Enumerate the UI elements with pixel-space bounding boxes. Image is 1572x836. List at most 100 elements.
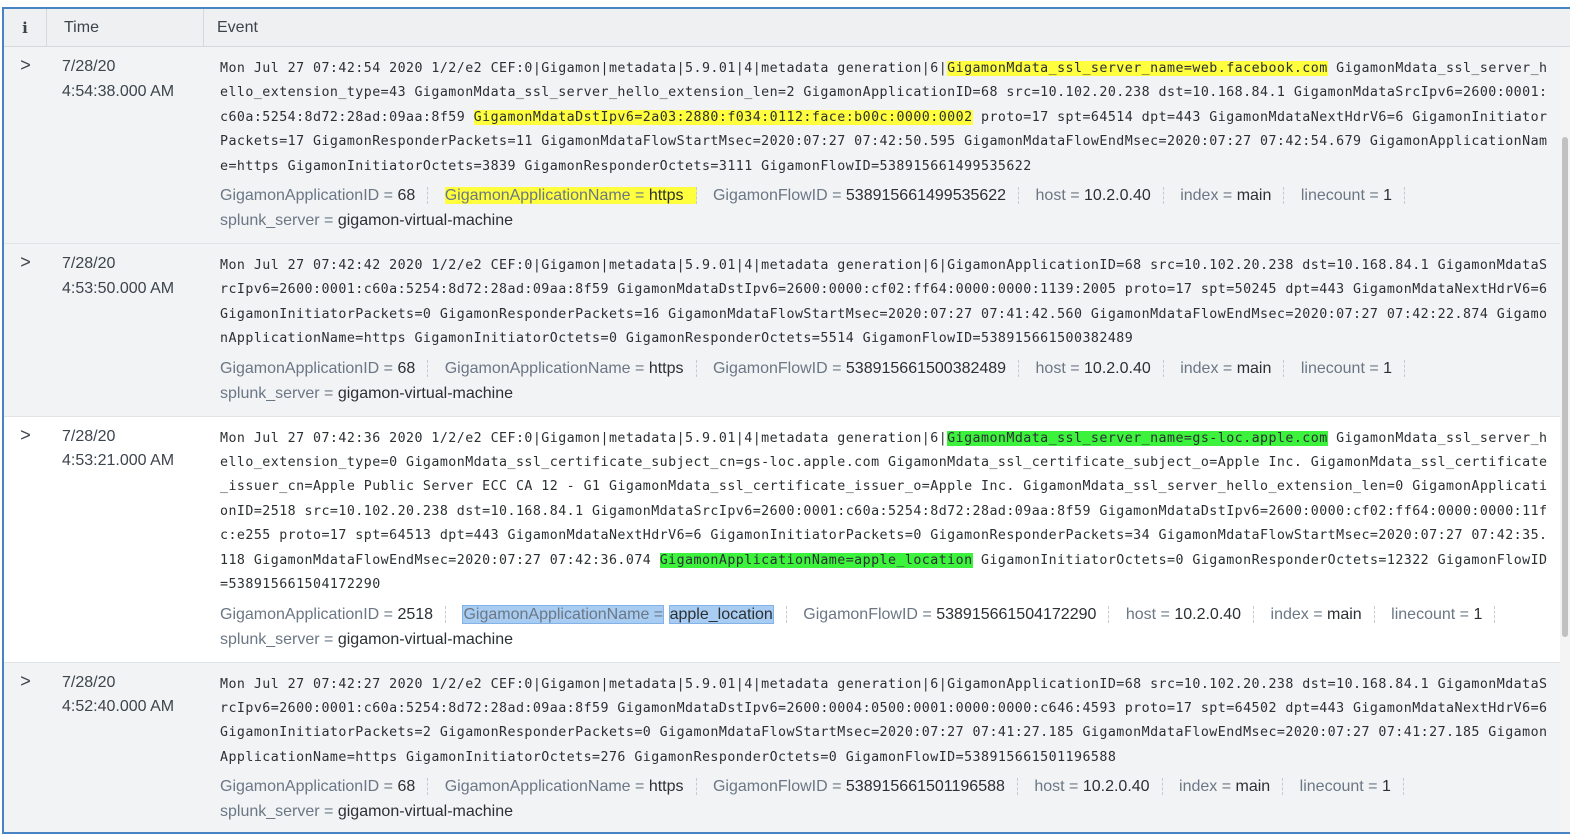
field-value[interactable]: 10.2.0.40 (1084, 360, 1151, 377)
field-value[interactable]: 2518 (397, 606, 433, 623)
field-value[interactable]: main (1237, 360, 1272, 377)
chevron-right-icon[interactable]: > (4, 244, 47, 416)
field-key[interactable]: splunk_server = (220, 631, 333, 648)
field-pair[interactable]: linecount = 1 (1300, 187, 1406, 205)
field-pair[interactable]: index = main (1270, 605, 1375, 623)
field-pair[interactable]: host = 10.2.0.40 (1035, 187, 1164, 205)
field-value[interactable]: 1 (1383, 187, 1392, 204)
field-pair[interactable]: GigamonFlowID = 538915661499535622 (712, 187, 1020, 205)
field-value[interactable]: 10.2.0.40 (1084, 187, 1151, 204)
scrollbar[interactable] (1560, 47, 1570, 832)
field-value[interactable]: https (648, 187, 684, 205)
field-value[interactable]: 538915661500382489 (846, 360, 1006, 377)
field-pair[interactable]: GigamonApplicationName = https (444, 359, 697, 377)
field-value[interactable]: 68 (397, 187, 415, 204)
field-key[interactable]: GigamonApplicationID = (220, 360, 393, 377)
field-key[interactable]: index = (1180, 187, 1232, 204)
field-key[interactable]: host = (1036, 360, 1080, 377)
field-value[interactable]: main (1236, 778, 1271, 795)
field-value[interactable]: main (1327, 606, 1362, 623)
event-time[interactable]: 7/28/20 4:54:38.000 AM (47, 47, 204, 243)
field-key[interactable]: linecount = (1391, 606, 1469, 623)
field-value[interactable]: 68 (397, 778, 415, 795)
field-value[interactable]: gigamon-virtual-machine (338, 631, 513, 648)
field-pair[interactable]: GigamonApplicationID = 68 (220, 359, 429, 377)
event-row[interactable]: >7/28/20 4:53:21.000 AM Mon Jul 27 07:42:3… (4, 416, 1570, 663)
event-time[interactable]: 7/28/20 4:52:40.000 AM (47, 663, 204, 833)
field-value[interactable]: 538915661504172290 (936, 606, 1096, 623)
field-value[interactable]: apple_location (668, 604, 774, 624)
field-key[interactable]: index = (1271, 606, 1323, 623)
field-key[interactable]: linecount = (1300, 778, 1378, 795)
event-row[interactable]: >7/28/20 4:52:40.000 AM Mon Jul 27 07:42:2… (4, 662, 1570, 833)
event-time[interactable]: 7/28/20 4:53:21.000 AM (47, 417, 204, 662)
field-key[interactable]: GigamonApplicationID = (220, 606, 393, 623)
event-row[interactable]: >7/28/20 4:54:38.000 AM Mon Jul 27 07:42:5… (4, 47, 1570, 245)
field-pair[interactable]: GigamonApplicationName = https (444, 778, 697, 796)
field-pair[interactable]: index = main (1180, 187, 1285, 205)
raw-event-text[interactable]: Mon Jul 27 07:42:36 2020 1/2/e2 CEF:0|Gi… (220, 427, 1550, 598)
raw-event-text[interactable]: Mon Jul 27 07:42:54 2020 1/2/e2 CEF:0|Gi… (220, 57, 1550, 179)
field-pair[interactable]: GigamonFlowID = 538915661500382489 (712, 359, 1020, 377)
field-pair[interactable]: linecount = 1 (1299, 778, 1404, 796)
field-key[interactable]: GigamonApplicationName = (445, 360, 645, 377)
field-pair[interactable]: host = 10.2.0.40 (1034, 778, 1163, 796)
field-pair[interactable]: GigamonFlowID = 538915661501196588 (712, 778, 1018, 796)
field-key[interactable]: GigamonApplicationName = (445, 778, 645, 795)
field-key[interactable]: GigamonApplicationID = (220, 778, 393, 795)
field-value[interactable]: gigamon-virtual-machine (338, 803, 513, 820)
field-value[interactable]: 1 (1382, 778, 1391, 795)
field-key[interactable]: GigamonFlowID = (803, 606, 932, 623)
chevron-right-icon[interactable]: > (4, 417, 47, 662)
chevron-right-icon[interactable]: > (4, 663, 47, 833)
highlighted-term[interactable]: GigamonApplicationName=apple_location (659, 552, 973, 568)
field-pair[interactable]: splunk_server = gigamon-virtual-machine (220, 631, 525, 648)
field-pair[interactable]: GigamonApplicationID = 68 (220, 187, 429, 205)
field-pair[interactable]: GigamonFlowID = 538915661504172290 (803, 605, 1110, 623)
field-key[interactable]: GigamonApplicationName = (444, 187, 645, 205)
field-key[interactable]: GigamonFlowID = (713, 187, 842, 204)
field-value[interactable]: https (649, 778, 684, 795)
field-value[interactable]: https (649, 360, 684, 377)
field-pair[interactable]: splunk_server = gigamon-virtual-machine (220, 212, 525, 229)
field-pair[interactable]: GigamonApplicationID = 2518 (220, 605, 447, 623)
highlighted-term[interactable]: GigamonMdata_ssl_server_name=web.faceboo… (947, 61, 1328, 76)
field-pair[interactable]: GigamonApplicationName = https (444, 187, 697, 205)
field-pair[interactable]: index = main (1180, 359, 1285, 377)
info-column-header[interactable]: i (4, 9, 47, 46)
field-pair[interactable]: splunk_server = gigamon-virtual-machine (220, 385, 525, 402)
field-key[interactable]: GigamonFlowID = (713, 778, 842, 795)
field-value[interactable]: 10.2.0.40 (1174, 606, 1241, 623)
raw-event-text[interactable]: Mon Jul 27 07:42:42 2020 1/2/e2 CEF:0|Gi… (220, 254, 1550, 352)
field-key[interactable]: index = (1180, 360, 1232, 377)
field-key[interactable]: splunk_server = (220, 803, 333, 820)
field-value[interactable]: gigamon-virtual-machine (338, 212, 513, 229)
field-value[interactable]: 68 (397, 360, 415, 377)
field-pair[interactable]: GigamonApplicationName = apple_location (462, 604, 787, 624)
field-pair[interactable]: GigamonApplicationID = 68 (220, 778, 429, 796)
raw-event-text[interactable]: Mon Jul 27 07:42:27 2020 1/2/e2 CEF:0|Gi… (220, 673, 1550, 771)
field-value[interactable]: 538915661501196588 (846, 778, 1005, 795)
field-key[interactable]: splunk_server = (220, 212, 333, 229)
field-key[interactable]: splunk_server = (220, 385, 333, 402)
field-value[interactable]: 10.2.0.40 (1083, 778, 1150, 795)
field-key[interactable]: GigamonFlowID = (713, 360, 842, 377)
field-value[interactable]: 1 (1473, 606, 1482, 623)
field-key[interactable]: GigamonApplicationID = (220, 187, 393, 204)
time-column-header[interactable]: Time (47, 9, 204, 46)
highlighted-term[interactable]: GigamonMdata_ssl_server_name=gs-loc.appl… (947, 430, 1328, 446)
highlighted-term[interactable]: GigamonMdataDstIpv6=2a03:2880:f034:0112:… (473, 109, 973, 125)
field-pair[interactable]: linecount = 1 (1391, 605, 1496, 623)
field-value[interactable]: 1 (1383, 360, 1392, 377)
field-key[interactable]: host = (1036, 187, 1080, 204)
field-key[interactable]: host = (1034, 778, 1078, 795)
field-pair[interactable]: host = 10.2.0.40 (1035, 359, 1164, 377)
field-pair[interactable]: splunk_server = gigamon-virtual-machine (220, 803, 525, 820)
field-pair[interactable]: linecount = 1 (1300, 359, 1406, 377)
field-value[interactable]: main (1237, 187, 1272, 204)
field-value[interactable]: 538915661499535622 (846, 187, 1006, 204)
event-time[interactable]: 7/28/20 4:53:50.000 AM (47, 244, 204, 416)
field-key[interactable]: linecount = (1301, 360, 1379, 377)
field-key[interactable]: index = (1179, 778, 1231, 795)
chevron-right-icon[interactable]: > (4, 47, 47, 243)
